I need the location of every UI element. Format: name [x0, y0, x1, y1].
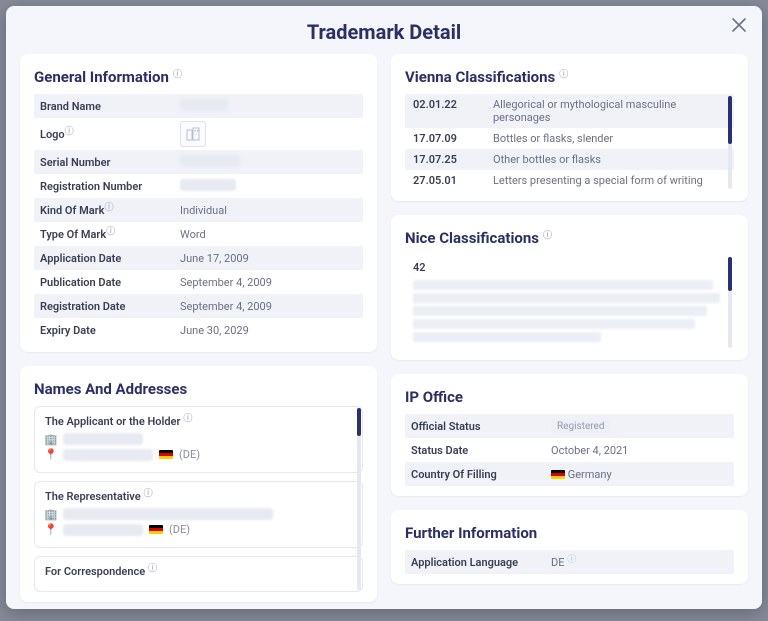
label-official-status: Official Status	[411, 420, 481, 433]
page-title: Trademark Detail	[6, 6, 762, 54]
names-group-correspondence: For Correspondenceⓘ	[34, 556, 363, 592]
value-registration-number	[180, 179, 236, 191]
scrollbar[interactable]	[728, 257, 732, 348]
vienna-code: 27.05.01	[413, 174, 483, 187]
names-addresses-card: Names And Addresses The Applicant or the…	[20, 366, 377, 602]
vienna-list: 02.01.22 Allegorical or mythological masc…	[405, 94, 734, 191]
vienna-row: 02.01.22 Allegorical or mythological masc…	[405, 94, 734, 128]
general-information-card: General Informationⓘ Brand Name Logoⓘ Se…	[20, 54, 377, 352]
vienna-row: 27.05.01 Letters presenting a special for…	[405, 170, 734, 191]
label-application-language: Application Language	[411, 556, 518, 569]
nice-class-code: 42	[413, 261, 726, 274]
value-kind-of-mark: Individual	[180, 204, 227, 217]
group-title: For Correspondence	[45, 565, 145, 578]
info-icon: ⓘ	[65, 127, 74, 137]
vienna-code: 02.01.22	[413, 98, 483, 124]
value-country-of-filing: Germany	[568, 468, 612, 481]
nice-description-redacted	[413, 280, 726, 342]
scrollbar[interactable]	[728, 96, 732, 189]
vienna-desc: Bottles or flasks, slender	[493, 132, 726, 145]
address-text	[63, 524, 143, 536]
group-title: The Applicant or the Holder	[45, 415, 180, 428]
value-serial-number	[180, 155, 240, 167]
label-application-date: Application Date	[40, 252, 121, 265]
location-icon: 📍	[45, 449, 57, 461]
value-type-of-mark: Word	[180, 228, 206, 241]
info-icon: ⓘ	[183, 411, 192, 424]
card-heading: Names And Addresses	[34, 380, 187, 398]
value-status-date: October 4, 2021	[551, 444, 628, 457]
status-badge: Registered	[551, 420, 611, 433]
vienna-row: 17.07.25 Other bottles or flasks	[405, 149, 734, 170]
label-registration-date: Registration Date	[40, 300, 125, 313]
trademark-detail-modal: Trademark Detail General Information ⓘ Br…	[6, 6, 762, 609]
info-icon: ⓘ	[106, 227, 115, 237]
value-application-date: June 17, 2009	[180, 252, 249, 265]
label-country-of-filing: Country Of Filling	[411, 468, 497, 481]
label-logo: Logo	[40, 128, 65, 141]
flag-de-icon	[149, 525, 163, 534]
vienna-code: 17.07.09	[413, 132, 483, 145]
vienna-row: 17.07.09 Bottles or flasks, slender	[405, 128, 734, 149]
company-name	[63, 433, 143, 445]
company-icon: 🏢	[45, 433, 57, 445]
card-heading: General Information	[34, 68, 169, 86]
info-icon: ⓘ	[173, 67, 182, 80]
card-heading: IP Office	[405, 388, 463, 406]
value-brand-name	[180, 99, 228, 111]
country-code: (DE)	[179, 448, 200, 461]
names-group-representative: The Representativeⓘ 🏢 📍 (DE)	[34, 481, 363, 548]
info-icon: ⓘ	[567, 555, 576, 565]
label-publication-date: Publication Date	[40, 276, 121, 289]
label-kind-of-mark: Kind Of Mark	[40, 204, 104, 217]
label-brand-name: Brand Name	[40, 100, 101, 113]
info-icon: ⓘ	[144, 486, 153, 499]
value-application-language: DE	[551, 556, 564, 569]
label-status-date: Status Date	[411, 444, 468, 457]
vienna-desc: Letters presenting a special form of wri…	[493, 174, 726, 187]
flag-de-icon	[159, 450, 173, 459]
country-code: (DE)	[169, 523, 190, 536]
info-icon: ⓘ	[543, 228, 552, 241]
names-group-applicant: The Applicant or the Holderⓘ 🏢 📍 (DE)	[34, 406, 363, 473]
company-name	[63, 508, 273, 520]
info-icon: ⓘ	[148, 561, 157, 574]
address-text	[63, 449, 153, 461]
value-registration-date: September 4, 2009	[180, 300, 272, 313]
value-publication-date: September 4, 2009	[180, 276, 272, 289]
vienna-desc: Other bottles or flasks	[493, 153, 726, 166]
card-heading: Nice Classifications	[405, 229, 539, 247]
value-expiry-date: June 30, 2029	[180, 324, 249, 337]
vienna-classifications-card: Vienna Classifications ⓘ 02.01.22 Allegori…	[391, 54, 748, 201]
close-button[interactable]	[728, 14, 750, 36]
company-icon: 🏢	[45, 508, 57, 520]
card-heading: Further Information	[405, 524, 537, 542]
general-info-table: Brand Name Logoⓘ Serial Number Registrat…	[34, 94, 363, 342]
ip-office-card: IP Office Official Status Registered Stat…	[391, 374, 748, 496]
info-icon: ⓘ	[559, 67, 568, 80]
vienna-desc: Allegorical or mythological masculine pe…	[493, 98, 726, 124]
further-information-card: Further Information Application Language…	[391, 510, 748, 584]
info-icon: ⓘ	[104, 203, 113, 213]
logo-placeholder	[180, 121, 206, 147]
flag-de-icon	[551, 470, 565, 479]
location-icon: 📍	[45, 524, 57, 536]
nice-classifications-card: Nice Classifications ⓘ 42	[391, 215, 748, 360]
label-serial-number: Serial Number	[40, 156, 111, 169]
label-registration-number: Registration Number	[40, 180, 142, 193]
label-type-of-mark: Type Of Mark	[40, 228, 106, 241]
vienna-code: 17.07.25	[413, 153, 483, 166]
label-expiry-date: Expiry Date	[40, 324, 96, 337]
card-heading: Vienna Classifications	[405, 68, 555, 86]
scrollbar[interactable]	[357, 408, 361, 590]
group-title: The Representative	[45, 490, 141, 503]
